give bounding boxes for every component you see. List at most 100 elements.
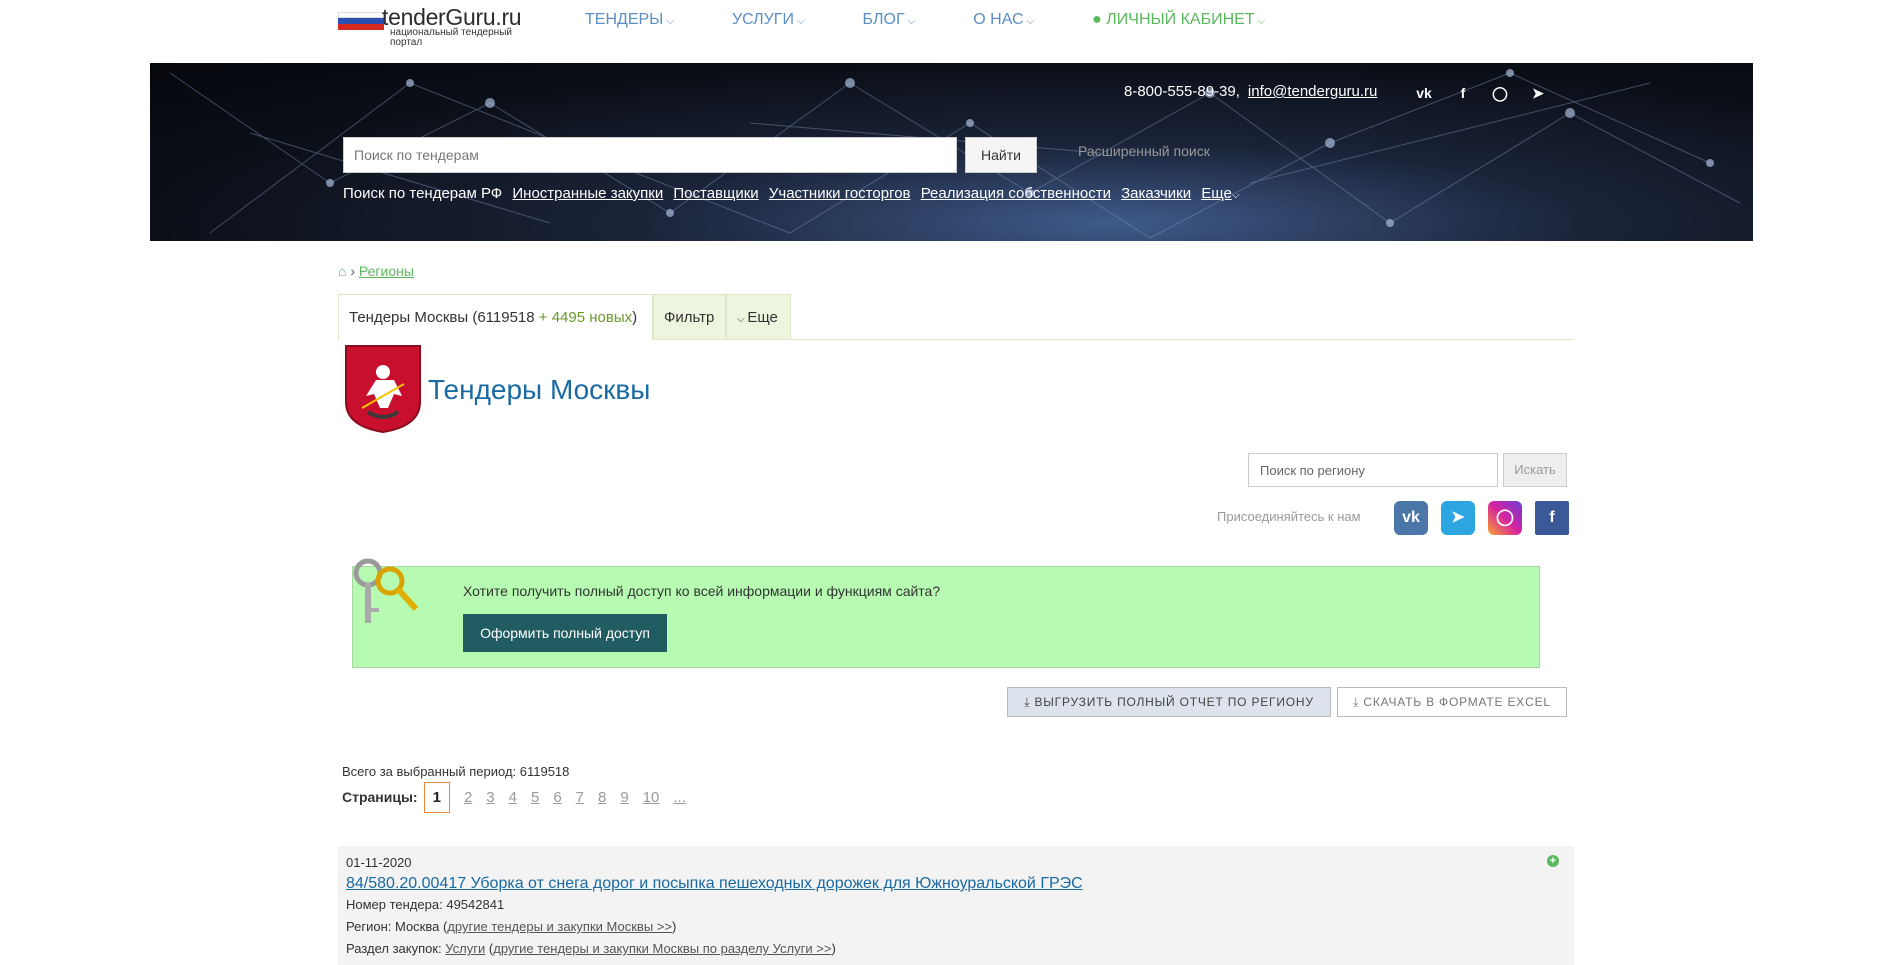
logo-subtitle: национальный тендерный портал <box>390 27 512 48</box>
page-3[interactable]: 3 <box>486 789 494 806</box>
phone-number[interactable]: 8-800-555-89-39, <box>1124 83 1240 100</box>
join-us-label: Присоединяйтесь к нам <box>1217 509 1361 524</box>
breadcrumb-regions[interactable]: Регионы <box>359 263 414 279</box>
tender-search-input[interactable] <box>343 137 957 173</box>
chevron-down-icon: ⌵ <box>737 314 748 325</box>
link-foreign-purchases[interactable]: Иностранные закупки <box>512 185 663 202</box>
page-10[interactable]: 10 <box>643 789 660 806</box>
telegram-icon[interactable]: ➤ <box>1528 83 1548 103</box>
main-menu: ТЕНДЕРЫ ⌵ УСЛУГИ ⌵ БЛОГ ⌵ О НАС ⌵ ● ЛИЧНЫЙ К… <box>585 11 1323 29</box>
page-4[interactable]: 4 <box>509 789 517 806</box>
nav-blog[interactable]: БЛОГ ⌵ <box>863 11 916 29</box>
tab-moscow-count: Тендеры Москвы (6119518 <box>349 309 535 326</box>
instagram-icon[interactable]: ◯ <box>1488 501 1522 535</box>
quick-links-prefix: Поиск по тендерам РФ <box>343 185 503 202</box>
nav-tenders[interactable]: ТЕНДЕРЫ ⌵ <box>585 11 674 29</box>
tender-region-prefix: Регион: Москва ( <box>346 919 448 934</box>
nav-about[interactable]: О НАС ⌵ <box>973 11 1034 29</box>
tender-title-link[interactable]: 84/580.20.00417 Уборка от снега дорог и … <box>346 875 1083 893</box>
tab-new-count: + 4495 новых <box>534 309 633 326</box>
tab-moscow-tenders[interactable]: Тендеры Москвы (6119518 + 4495 новых) <box>338 294 653 340</box>
page-6[interactable]: 6 <box>553 789 561 806</box>
hero-banner: 8-800-555-89-39, info@tenderguru.ru vk f … <box>150 63 1753 241</box>
nav-blog-label: БЛОГ <box>862 11 905 28</box>
total-count: Всего за выбранный период: 6119518 <box>342 764 570 779</box>
search-button[interactable]: Найти <box>965 137 1037 173</box>
chevron-down-icon: ⌵ <box>1026 16 1035 27</box>
link-participants[interactable]: Участники госторгов <box>769 185 911 202</box>
tender-section: Раздел закупок: Услуги (другие тендеры и… <box>346 941 836 956</box>
tab-more-label: Еще <box>747 309 778 326</box>
download-excel-label: СКАЧАТЬ В ФОРМАТЕ EXCEL <box>1363 695 1551 709</box>
chevron-down-icon: ⌵ <box>907 16 916 27</box>
tender-section-suffix: ) <box>831 941 836 956</box>
nav-services[interactable]: УСЛУГИ ⌵ <box>732 11 805 29</box>
home-icon[interactable]: ⌂ <box>338 263 346 279</box>
link-suppliers[interactable]: Поставщики <box>673 185 758 202</box>
page-9[interactable]: 9 <box>620 789 628 806</box>
get-full-access-button[interactable]: Оформить полный доступ <box>463 614 667 652</box>
top-navigation: tenderGuru.ru национальный тендерный пор… <box>0 0 1897 63</box>
tender-date: 01-11-2020 <box>346 855 412 870</box>
user-icon: ● <box>1092 11 1107 28</box>
page-7[interactable]: 7 <box>576 789 584 806</box>
pagination-label: Страницы: <box>342 789 418 805</box>
contact-info: 8-800-555-89-39, info@tenderguru.ru <box>1124 83 1377 100</box>
chevron-down-icon: ⌵ <box>1231 190 1240 201</box>
page-more[interactable]: ... <box>673 789 686 806</box>
tender-region-link[interactable]: другие тендеры и закупки Москвы >> <box>447 919 672 934</box>
download-icon: ⤓ <box>1353 695 1364 709</box>
region-search-button[interactable]: Искать <box>1503 453 1567 487</box>
chevron-down-icon: ⌵ <box>666 16 674 27</box>
advanced-search-link[interactable]: Расширенный поиск <box>1078 143 1210 159</box>
export-full-report-button[interactable]: ⤓ ВЫГРУЗИТЬ ПОЛНЫЙ ОТЧЕТ ПО РЕГИОНУ <box>1007 687 1331 717</box>
download-icon: ⤓ <box>1024 695 1035 709</box>
facebook-icon[interactable]: f <box>1453 83 1473 103</box>
chevron-down-icon: ⌵ <box>796 16 805 27</box>
quick-links: Поиск по тендерам РФ Иностранные закупки… <box>343 185 1239 202</box>
russia-flag-icon <box>338 12 384 30</box>
tender-item: 01-11-2020 + 84/580.20.00417 Уборка от с… <box>338 846 1574 965</box>
tender-section-link[interactable]: Услуги <box>445 941 485 956</box>
add-icon[interactable]: + <box>1547 855 1559 867</box>
region-search-input[interactable] <box>1248 453 1498 487</box>
tender-section-prefix: Раздел закупок: <box>346 941 446 956</box>
tender-section-link2[interactable]: другие тендеры и закупки Москвы по разде… <box>493 941 831 956</box>
instagram-icon[interactable]: ◯ <box>1490 83 1510 103</box>
nav-account[interactable]: ● ЛИЧНЫЙ КАБИНЕТ ⌵ <box>1092 11 1265 29</box>
moscow-coat-of-arms-icon <box>345 345 421 434</box>
breadcrumb-separator: › <box>350 263 356 279</box>
page-2[interactable]: 2 <box>464 789 472 806</box>
vk-icon[interactable]: vk <box>1414 83 1434 103</box>
pagination: Страницы: 1 2 3 4 5 6 7 8 9 10 ... <box>342 781 693 813</box>
telegram-icon[interactable]: ➤ <box>1441 501 1475 535</box>
page-5[interactable]: 5 <box>531 789 539 806</box>
page-title: Тендеры Москвы <box>428 374 651 405</box>
tab-more[interactable]: ⌵ Еще <box>726 294 791 340</box>
chevron-down-icon: ⌵ <box>1257 16 1266 27</box>
breadcrumb: ⌂ › Регионы <box>338 263 414 279</box>
tab-paren: ) <box>632 309 638 326</box>
region-tabs: Тендеры Москвы (6119518 + 4495 новых) Фи… <box>338 294 1574 340</box>
nav-account-label: ЛИЧНЫЙ КАБИНЕТ <box>1106 11 1255 28</box>
promo-text: Хотите получить полный доступ ко всей ин… <box>463 583 941 599</box>
tender-number: Номер тендера: 49542841 <box>346 897 505 912</box>
link-customers[interactable]: Заказчики <box>1121 185 1191 202</box>
keys-icon <box>353 558 419 623</box>
page-1[interactable]: 1 <box>423 781 450 813</box>
nav-about-label: О НАС <box>973 11 1024 28</box>
email-link[interactable]: info@tenderguru.ru <box>1248 83 1377 100</box>
link-property-sale[interactable]: Реализация собственности <box>921 185 1111 202</box>
link-more[interactable]: Еще <box>1201 185 1232 202</box>
vk-icon[interactable]: vk <box>1394 501 1428 535</box>
tender-region: Регион: Москва (другие тендеры и закупки… <box>346 919 676 934</box>
nav-tenders-label: ТЕНДЕРЫ <box>585 11 664 28</box>
export-full-report-label: ВЫГРУЗИТЬ ПОЛНЫЙ ОТЧЕТ ПО РЕГИОНУ <box>1034 695 1314 709</box>
tab-filter[interactable]: Фильтр <box>653 294 726 340</box>
facebook-icon[interactable]: f <box>1535 501 1569 535</box>
download-excel-button[interactable]: ⤓ СКАЧАТЬ В ФОРМАТЕ EXCEL <box>1337 687 1567 717</box>
page-8[interactable]: 8 <box>598 789 606 806</box>
tender-region-suffix: ) <box>671 919 677 934</box>
site-logo[interactable]: tenderGuru.ru национальный тендерный пор… <box>338 4 538 50</box>
nav-services-label: УСЛУГИ <box>731 11 794 28</box>
